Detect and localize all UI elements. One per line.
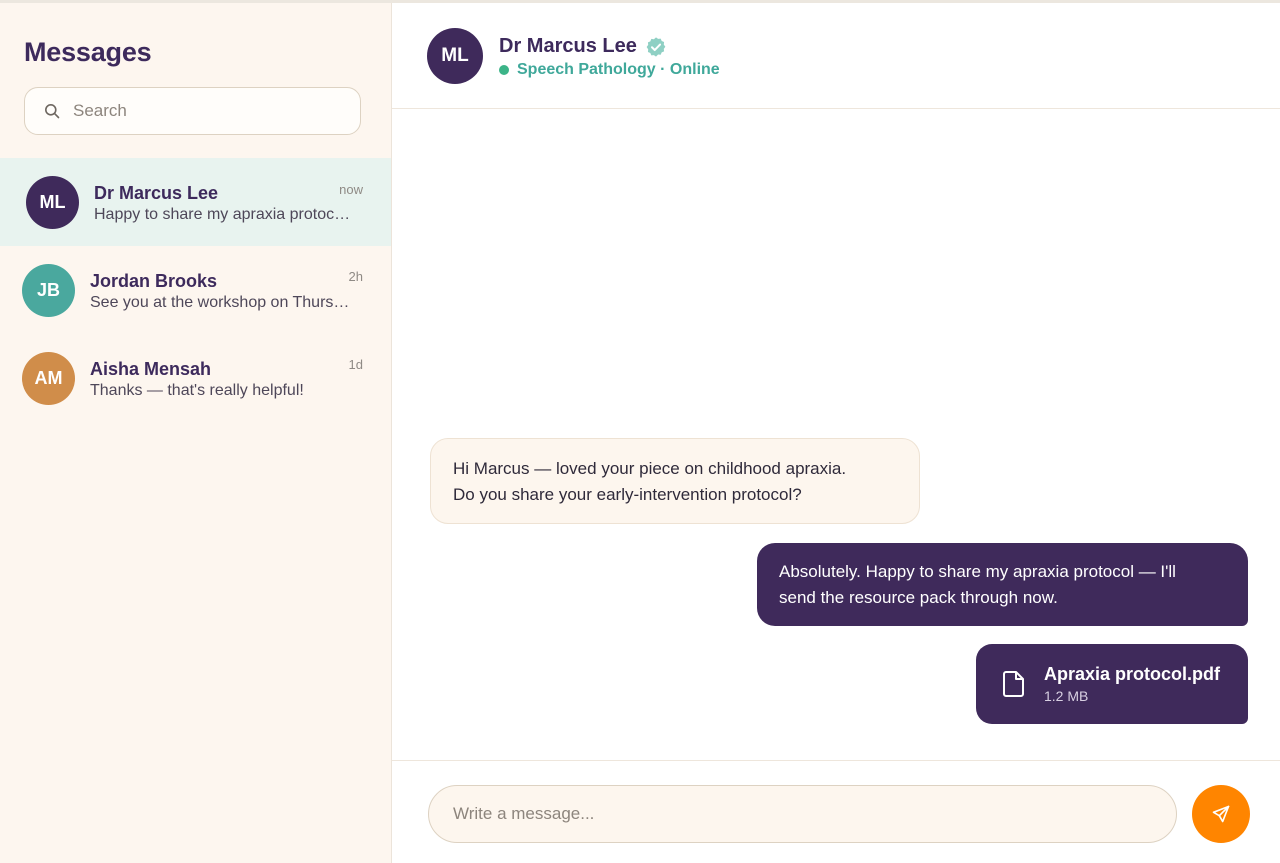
conversation-name: Dr Marcus Lee — [94, 183, 219, 203]
conversation-preview: Happy to share my apraxia protocol — I'l… — [94, 206, 358, 223]
search-icon — [43, 102, 61, 120]
outgoing-message-bubble: Absolutely. Happy to share my apraxia pr… — [757, 543, 1248, 626]
contact-name-row: Dr Marcus Lee — [499, 35, 667, 58]
file-meta: Apraxia protocol.pdf 1.2 MB — [1044, 664, 1220, 704]
send-button[interactable] — [1192, 785, 1250, 843]
chat-panel: ML Dr Marcus Lee Speech Pathology · Onli… — [392, 3, 1280, 863]
search-box[interactable] — [24, 87, 361, 135]
message-line: Hi Marcus — loved your piece on childhoo… — [453, 459, 847, 478]
avatar: ML — [26, 176, 79, 229]
conversation-item-jordan-brooks[interactable]: JB Jordan Brooks See you at the workshop… — [0, 246, 391, 334]
conversation-item-marcus-lee[interactable]: ML Dr Marcus Lee Happy to share my aprax… — [0, 158, 391, 246]
message-line: Do you share your early-intervention pro… — [453, 485, 802, 504]
verified-badge-icon — [645, 36, 667, 58]
file-size: 1.2 MB — [1044, 688, 1089, 704]
send-icon — [1211, 804, 1231, 824]
avatar: AM — [22, 352, 75, 405]
file-attachment[interactable]: Apraxia protocol.pdf 1.2 MB — [976, 644, 1248, 724]
messaging-app: Messages ML Dr Marcus Lee Happy to share… — [0, 0, 1280, 863]
file-name: Apraxia protocol.pdf — [1044, 664, 1221, 684]
conversation-time: now — [339, 182, 363, 197]
conversation-item-aisha-mensah[interactable]: AM Aisha Mensah Thanks — that's really h… — [0, 334, 391, 422]
message-input[interactable] — [428, 785, 1177, 843]
file-icon — [1002, 670, 1026, 698]
conversation-sidebar: Messages ML Dr Marcus Lee Happy to share… — [0, 3, 392, 863]
incoming-message-bubble: Hi Marcus — loved your piece on childhoo… — [430, 438, 920, 524]
conversation-preview: See you at the workshop on Thursday! — [90, 294, 358, 311]
conversation-preview: Thanks — that's really helpful! — [90, 382, 304, 399]
search-input[interactable] — [73, 101, 333, 121]
contact-name: Dr Marcus Lee — [499, 35, 637, 57]
conversation-time: 2h — [348, 269, 363, 284]
contact-avatar: ML — [427, 28, 483, 84]
avatar: JB — [22, 264, 75, 317]
contact-status-text: Speech Pathology · Online — [517, 61, 720, 78]
conversation-time: 1d — [348, 357, 363, 372]
conversation-list: ML Dr Marcus Lee Happy to share my aprax… — [0, 158, 391, 422]
sidebar-title: Messages — [24, 37, 152, 67]
chat-header: ML Dr Marcus Lee Speech Pathology · Onli… — [392, 3, 1280, 109]
conversation-name: Aisha Mensah — [90, 359, 212, 379]
contact-status: Speech Pathology · Online — [499, 61, 720, 79]
conversation-name: Jordan Brooks — [90, 271, 218, 291]
message-line: Absolutely. Happy to share my apraxia pr… — [779, 562, 1176, 581]
message-composer — [392, 760, 1280, 863]
message-line: send the resource pack through now. — [779, 588, 1058, 607]
online-dot-icon — [499, 65, 509, 75]
